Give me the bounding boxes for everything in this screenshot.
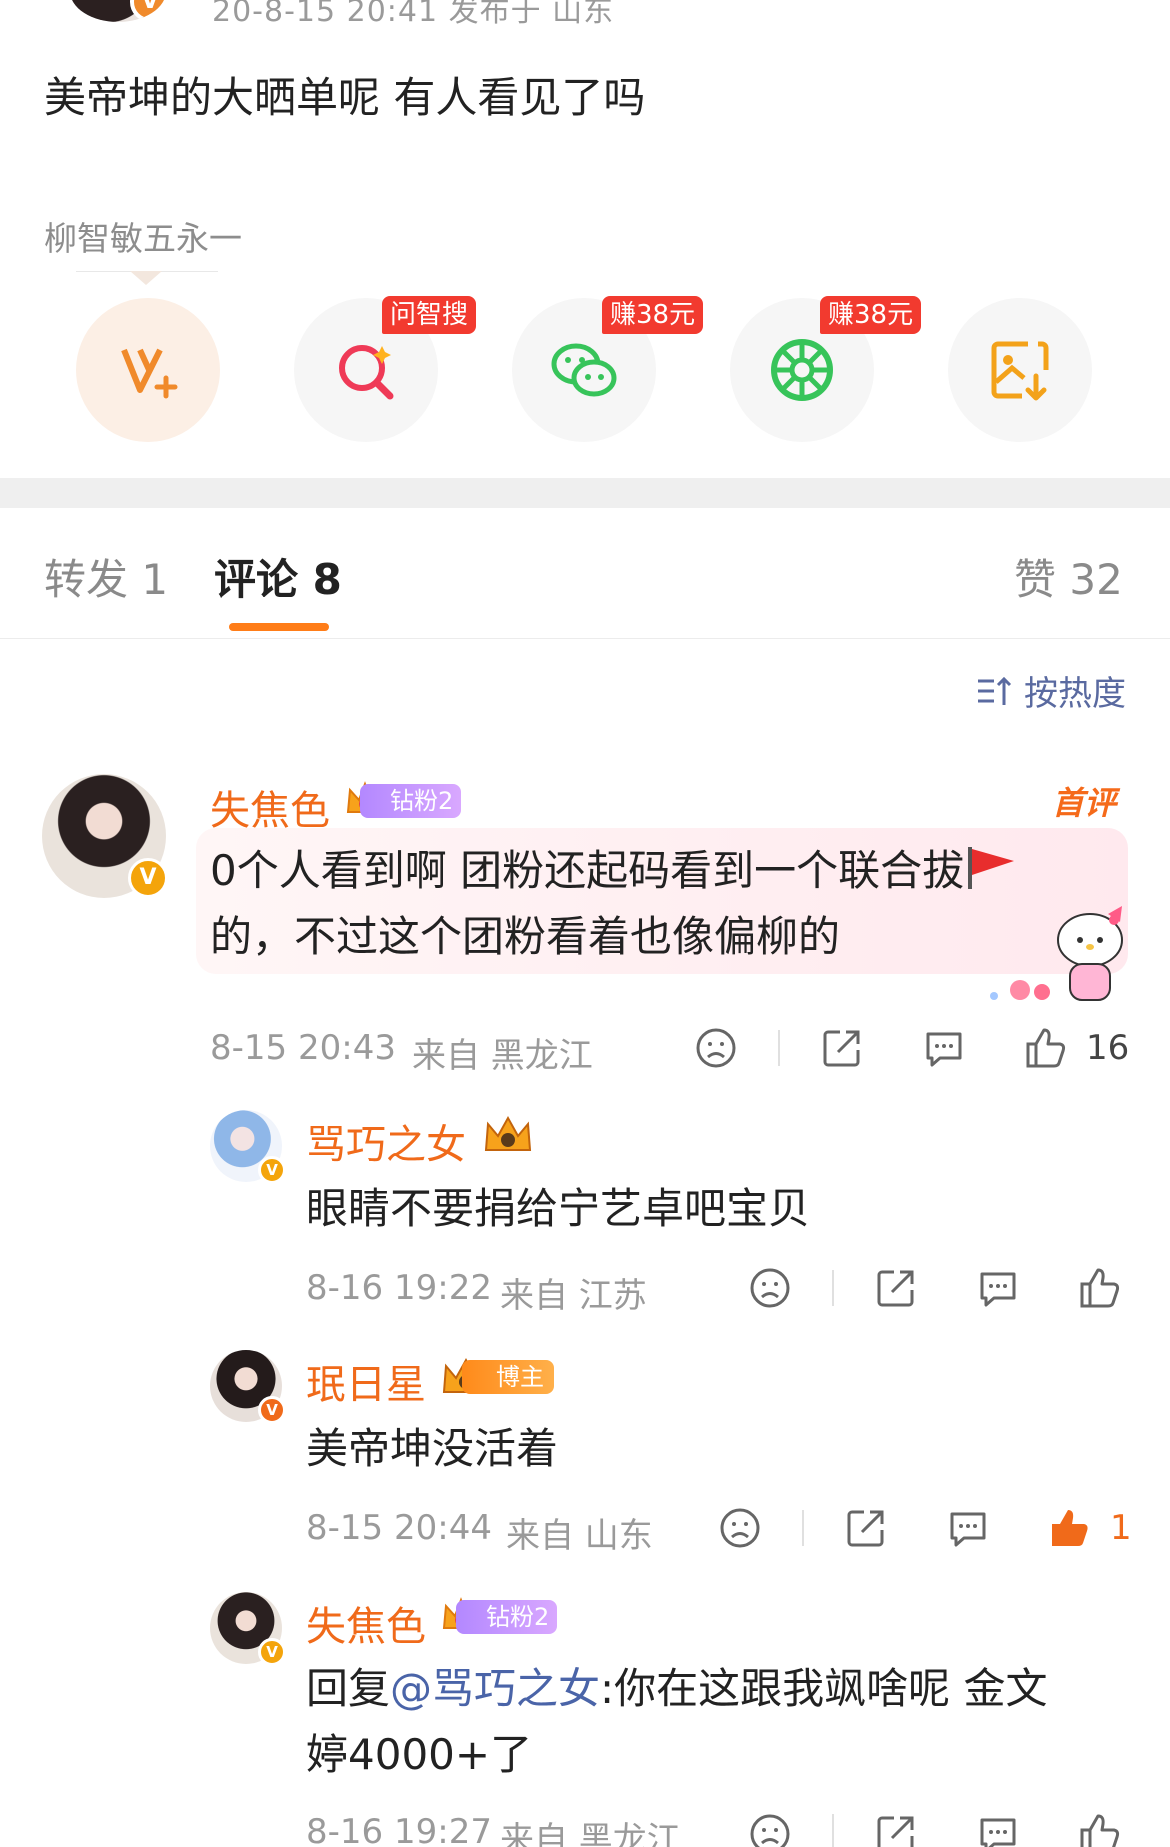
dislike-button[interactable]: [718, 1506, 762, 1550]
tab-comments[interactable]: 评论 8: [214, 546, 342, 607]
like-button-active[interactable]: [1048, 1506, 1092, 1550]
sort-label: 按热度: [1024, 674, 1126, 714]
sad-face-icon: [750, 1814, 790, 1847]
avatar[interactable]: V: [210, 1592, 286, 1666]
topic-caret-icon: [130, 271, 162, 285]
share-comment-button[interactable]: [874, 1266, 918, 1310]
comment-username[interactable]: 失焦色: [306, 1594, 426, 1652]
save-image-button[interactable]: [948, 298, 1092, 442]
avatar[interactable]: V: [42, 774, 168, 898]
sad-face-icon: [720, 1508, 760, 1548]
reply-text: 眼睛不要捐给宁艺卓吧宝贝: [306, 1184, 811, 1233]
share-comment-button[interactable]: [820, 1026, 864, 1070]
vplus-button[interactable]: [76, 298, 220, 442]
post-meta: 20-8-15 20:41 发布于 山东: [212, 0, 615, 29]
tabs-divider: [0, 638, 1170, 639]
post-text: 美帝坤的大晒单呢 有人看见了吗: [44, 73, 646, 122]
verified-badge-icon: V: [258, 1156, 286, 1184]
section-separator: [0, 478, 1170, 508]
search-ai-icon: [339, 345, 394, 400]
comment-icon: [980, 1818, 1016, 1847]
share-icon: [847, 1510, 884, 1547]
thumbs-up-icon: [1026, 1028, 1066, 1068]
dislike-button[interactable]: [694, 1026, 738, 1070]
first-comment-tag: 首评: [1052, 784, 1117, 822]
crown-icon: [484, 1115, 532, 1151]
comment-time: 8-16 19:27: [306, 1812, 492, 1847]
comment-location: 来自 黑龙江: [500, 1820, 681, 1847]
share-icon: [877, 1270, 914, 1307]
comment-username[interactable]: 骂巧之女: [306, 1112, 466, 1170]
author-avatar[interactable]: V: [70, 0, 166, 22]
fan-level-badge: 钻粉2: [360, 784, 462, 818]
vplus-icon: [121, 348, 178, 399]
wechat-earn-badge: 赚38元: [602, 296, 704, 334]
action-divider: [832, 1270, 834, 1306]
comment-icon: [980, 1272, 1016, 1307]
like-count: 16: [1086, 1028, 1130, 1068]
comment-time: 8-15 20:43: [210, 1028, 396, 1068]
reply-button[interactable]: [922, 1026, 966, 1070]
share-icon: [877, 1816, 914, 1847]
verified-badge-icon: V: [258, 1396, 286, 1424]
thumbs-up-icon: [1080, 1268, 1120, 1308]
moments-earn-badge: 赚38元: [820, 296, 922, 334]
comment-location: 来自 江苏: [500, 1276, 647, 1316]
comment-time: 8-15 20:44: [306, 1508, 492, 1548]
reply-text-line1: 回复@骂巧之女:你在这跟我飒啥呢 金文: [306, 1664, 1048, 1713]
sort-by-hot-button[interactable]: 按热度: [974, 666, 1126, 715]
action-divider: [778, 1030, 780, 1066]
dislike-button[interactable]: [748, 1812, 792, 1847]
tab-active-indicator: [229, 623, 329, 631]
comment-time: 8-16 19:22: [306, 1268, 492, 1308]
reply-button[interactable]: [976, 1812, 1020, 1847]
reply-button[interactable]: [946, 1506, 990, 1550]
thumbs-up-filled-icon: [1052, 1510, 1088, 1546]
share-comment-button[interactable]: [844, 1506, 888, 1550]
tab-repost[interactable]: 转发 1: [44, 546, 168, 607]
comment-location: 来自 山东: [506, 1516, 653, 1556]
verified-badge-icon: V: [128, 858, 168, 898]
save-image-icon: [991, 341, 1049, 401]
comment-icon: [950, 1512, 986, 1547]
hello-kitty-sticker-icon: [990, 906, 1123, 1001]
ai-search-badge: 问智搜: [382, 296, 477, 334]
action-divider: [802, 1510, 804, 1546]
red-flag-icon: [968, 847, 1015, 889]
moments-icon: [771, 339, 833, 401]
reply-text: 美帝坤没活着: [306, 1424, 559, 1473]
like-button[interactable]: [1078, 1812, 1122, 1847]
action-divider: [832, 1814, 834, 1847]
comment-text-line2: 的，不过这个团粉看着也像偏柳的: [210, 912, 841, 961]
like-button[interactable]: [1078, 1266, 1122, 1310]
avatar[interactable]: V: [210, 1350, 286, 1424]
topic-tag[interactable]: 柳智敏五永一: [44, 212, 242, 260]
wechat-icon: [551, 343, 617, 397]
mention-link[interactable]: @骂巧之女: [390, 1664, 600, 1713]
blogger-badge: 博主: [462, 1360, 554, 1394]
reply-text-line2: 婷4000+了: [306, 1730, 533, 1779]
avatar[interactable]: V: [210, 1110, 286, 1184]
like-count: 1: [1110, 1508, 1132, 1548]
comment-icon: [926, 1032, 962, 1067]
verified-badge-icon: V: [258, 1638, 286, 1666]
like-button[interactable]: [1024, 1026, 1068, 1070]
sort-icon: [978, 676, 1012, 705]
thumbs-up-icon: [1080, 1814, 1120, 1847]
dislike-button[interactable]: [748, 1266, 792, 1310]
comment-text-line1: 0个人看到啊 团粉还起码看到一个联合拔: [210, 838, 1018, 904]
share-comment-button[interactable]: [874, 1812, 918, 1847]
fan-level-badge: 钻粉2: [456, 1600, 558, 1634]
sad-face-icon: [696, 1028, 736, 1068]
comment-location: 来自 黑龙江: [412, 1036, 593, 1076]
reply-button[interactable]: [976, 1266, 1020, 1310]
sad-face-icon: [750, 1268, 790, 1308]
share-icon: [823, 1030, 860, 1067]
comment-username[interactable]: 珉日星: [306, 1352, 426, 1410]
tab-likes[interactable]: 赞 32: [1014, 546, 1123, 607]
